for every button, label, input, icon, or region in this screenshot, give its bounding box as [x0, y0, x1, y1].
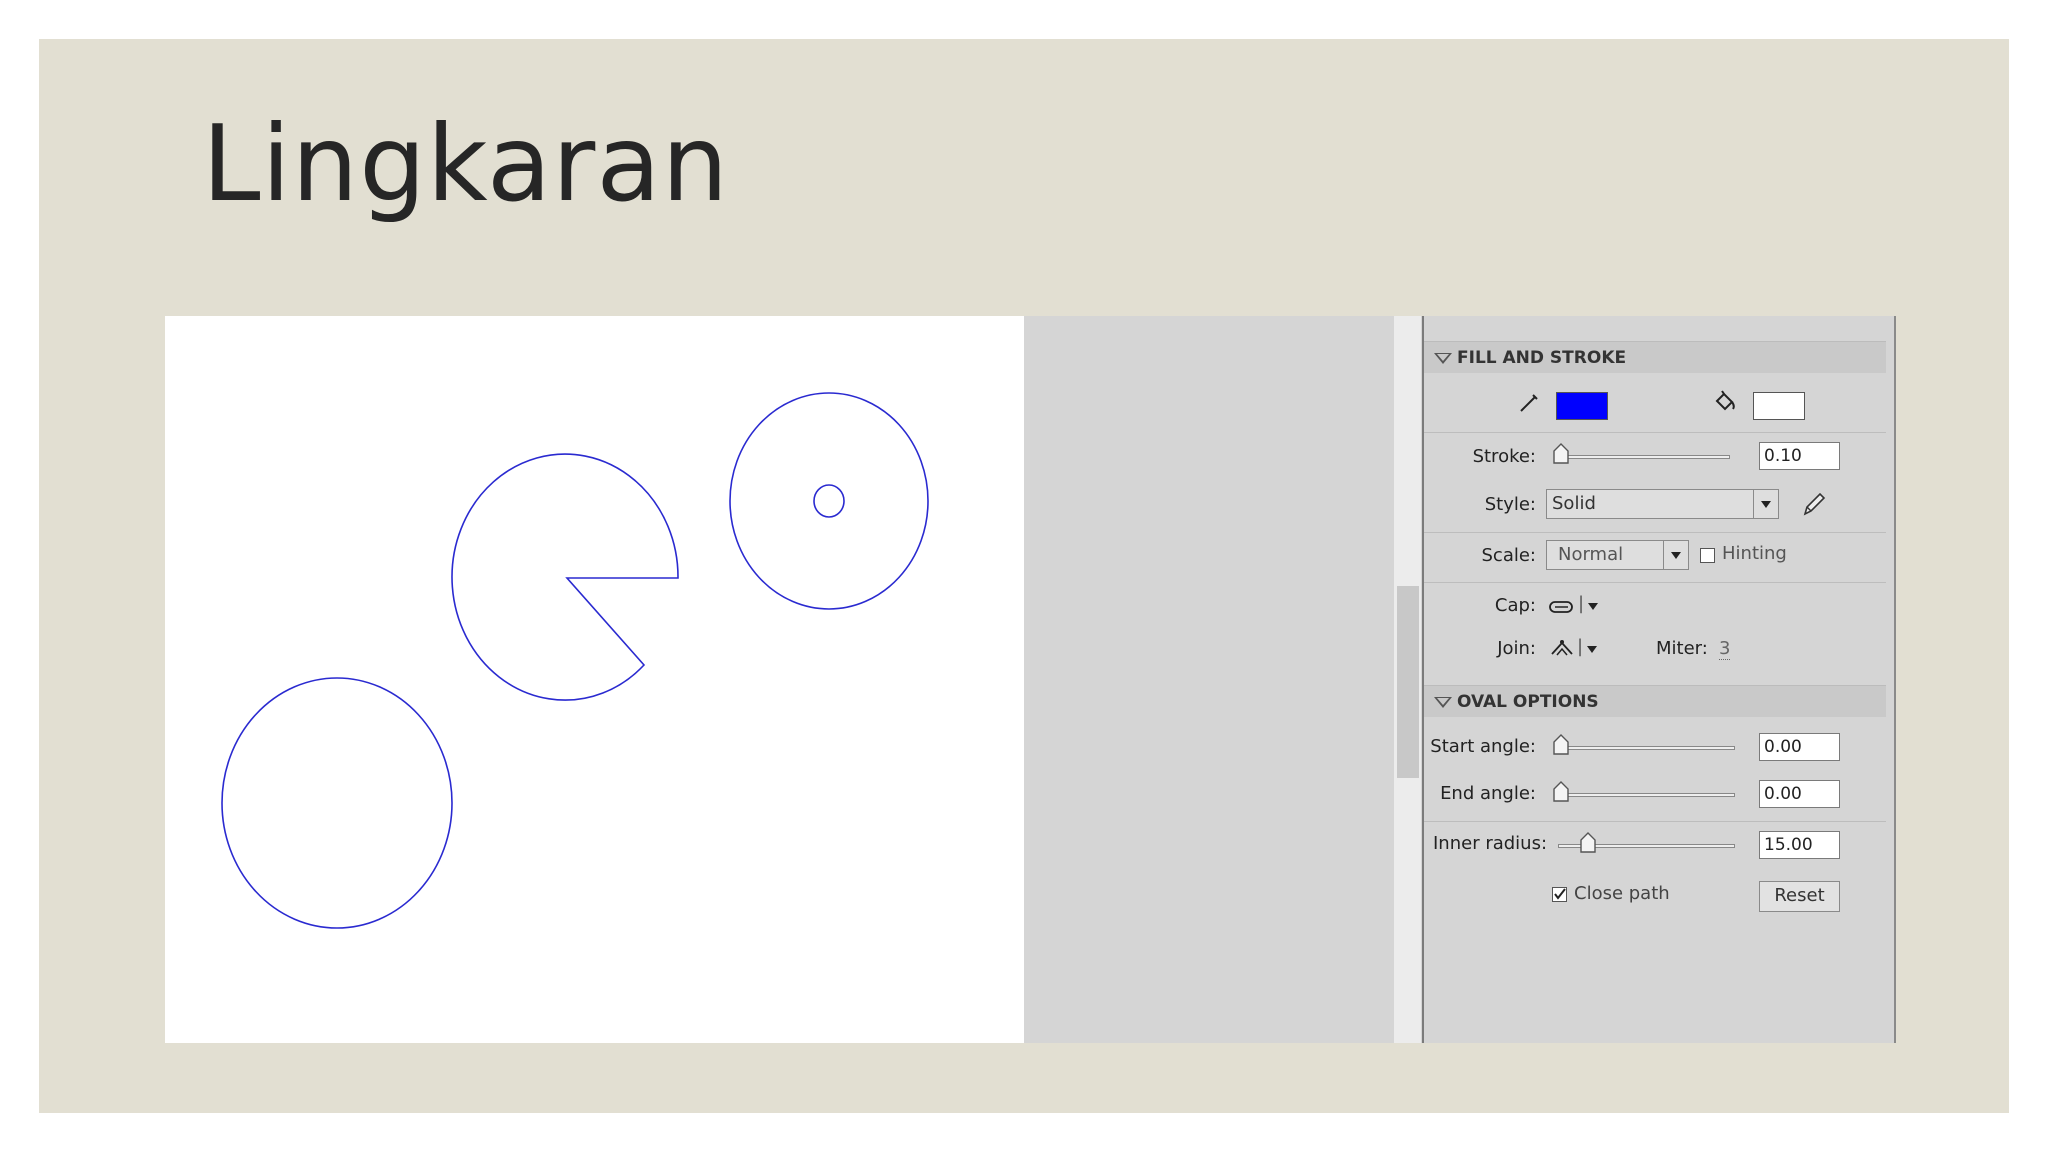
join-round-icon[interactable] [1549, 638, 1575, 658]
cap-round-icon[interactable] [1548, 598, 1576, 616]
stroke-slider-track[interactable] [1558, 455, 1730, 459]
collapse-triangle-icon[interactable] [1434, 697, 1452, 708]
separator [1424, 532, 1886, 533]
cap-divider: | [1578, 593, 1585, 614]
miter-value[interactable]: 3 [1719, 638, 1731, 660]
close-path-label: Close path [1574, 883, 1670, 904]
panel-right-edge [1894, 316, 1896, 1043]
paint-bucket-icon [1715, 390, 1735, 411]
chevron-down-icon[interactable] [1663, 541, 1688, 569]
drawing-stage[interactable] [165, 316, 1024, 1043]
full-circle-shape[interactable] [221, 677, 453, 929]
start-angle-label: Start angle: [1430, 736, 1536, 757]
join-chevron-down-icon[interactable] [1587, 646, 1597, 653]
hinting-label: Hinting [1722, 543, 1787, 564]
join-label: Join: [1497, 638, 1536, 659]
checkmark-icon [1554, 888, 1566, 900]
chevron-down-icon[interactable] [1753, 490, 1778, 518]
inner-radius-field[interactable]: 15.00 [1759, 831, 1840, 859]
end-angle-label: End angle: [1440, 783, 1536, 804]
start-angle-slider-track[interactable] [1558, 746, 1735, 750]
reset-button[interactable]: Reset [1759, 881, 1840, 912]
pencil-icon [1520, 394, 1538, 412]
close-path-checkbox[interactable] [1552, 887, 1567, 902]
stroke-slider-thumb[interactable] [1552, 443, 1570, 465]
end-angle-slider-track[interactable] [1558, 793, 1735, 797]
stroke-color-swatch[interactable] [1556, 392, 1608, 420]
scale-label: Scale: [1481, 545, 1537, 566]
scrollbar-thumb[interactable] [1397, 586, 1419, 778]
collapse-triangle-icon[interactable] [1434, 353, 1452, 364]
style-label: Style: [1484, 494, 1536, 515]
fill-and-stroke-header[interactable]: FILL AND STROKE [1424, 341, 1886, 373]
pencil-edit-icon[interactable] [1801, 490, 1827, 518]
flash-screenshot: FILL AND STROKE Stroke: 0.10 Style: Soli… [165, 316, 1896, 1043]
separator [1424, 432, 1886, 433]
stroke-label: Stroke: [1472, 446, 1536, 467]
ring-outer-circle[interactable] [729, 392, 929, 610]
end-angle-field[interactable]: 0.00 [1759, 780, 1840, 808]
start-angle-slider-thumb[interactable] [1552, 734, 1570, 756]
separator [1424, 821, 1886, 822]
style-dropdown-value: Solid [1552, 493, 1596, 514]
scale-dropdown-value: Normal [1558, 544, 1624, 565]
inner-radius-slider-thumb[interactable] [1579, 832, 1597, 854]
start-angle-field[interactable]: 0.00 [1759, 733, 1840, 761]
fill-color-swatch[interactable] [1753, 392, 1805, 420]
oval-options-title: OVAL OPTIONS [1457, 692, 1599, 712]
stage-shapes [221, 392, 929, 929]
separator [1424, 582, 1886, 583]
oval-options-header[interactable]: OVAL OPTIONS [1424, 685, 1886, 717]
cap-chevron-down-icon[interactable] [1588, 603, 1598, 610]
scale-dropdown[interactable]: Normal [1546, 540, 1689, 570]
cap-label: Cap: [1494, 595, 1536, 616]
join-divider: | [1577, 636, 1584, 657]
pie-circle-shape[interactable] [451, 453, 679, 701]
style-dropdown[interactable]: Solid [1546, 489, 1779, 519]
stroke-value-field[interactable]: 0.10 [1759, 442, 1840, 470]
properties-panel: FILL AND STROKE Stroke: 0.10 Style: Soli… [1424, 316, 1894, 1043]
ring-inner-circle[interactable] [813, 484, 845, 518]
slide-title: Lingkaran [202, 103, 730, 225]
miter-label: Miter: [1656, 638, 1708, 659]
fill-and-stroke-title: FILL AND STROKE [1457, 348, 1627, 368]
hinting-checkbox[interactable] [1700, 548, 1715, 563]
slide-background: Lingkaran FILL AND STROKE Stroke: 0.10 S… [39, 39, 2009, 1113]
inner-radius-label: Inner radius: [1433, 833, 1548, 854]
end-angle-slider-thumb[interactable] [1552, 781, 1570, 803]
